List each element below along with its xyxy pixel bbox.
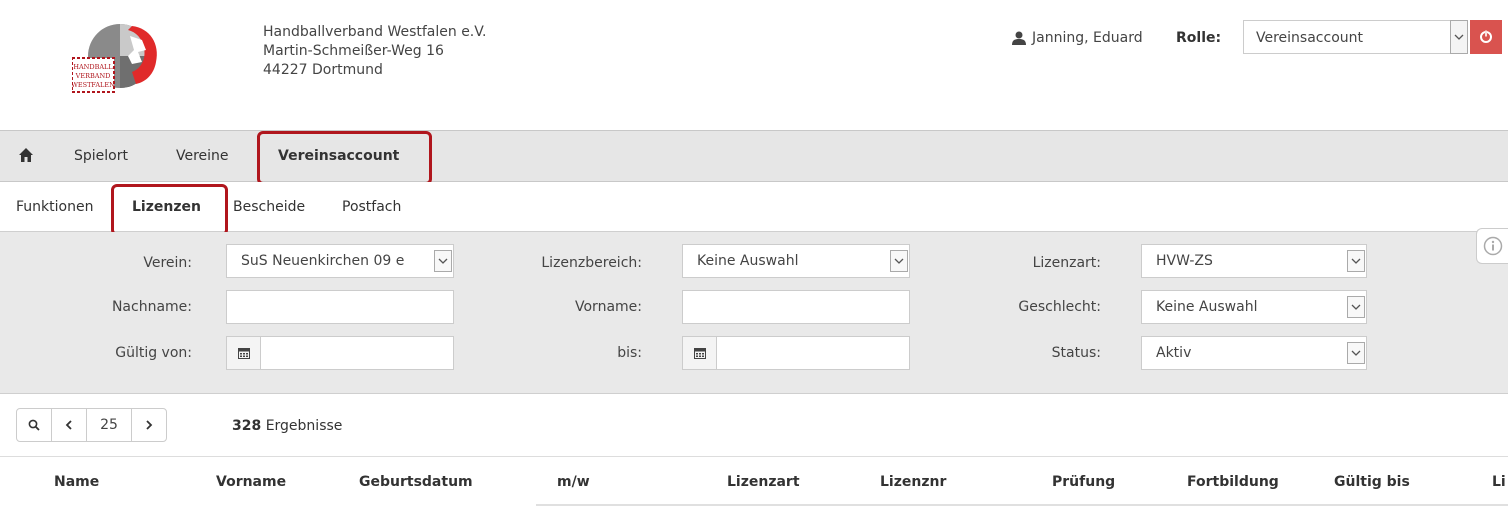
info-icon[interactable] bbox=[1476, 228, 1508, 264]
bis-field[interactable] bbox=[682, 336, 910, 370]
previous-page-button[interactable] bbox=[51, 408, 87, 442]
gueltig-von-label: Gültig von: bbox=[115, 345, 192, 361]
column-header-geburtsdatum[interactable]: Geburtsdatum bbox=[359, 474, 473, 490]
column-header-li[interactable]: Li bbox=[1492, 474, 1506, 490]
lizenzbereich-label: Lizenzbereich: bbox=[541, 255, 642, 271]
nav-item-spielort[interactable]: Spielort bbox=[74, 148, 128, 164]
geschlecht-label: Geschlecht: bbox=[1018, 299, 1101, 315]
tab-bescheide[interactable]: Bescheide bbox=[233, 199, 305, 215]
column-header-gueltig-bis[interactable]: Gültig bis bbox=[1334, 474, 1410, 490]
verein-label: Verein: bbox=[143, 255, 192, 271]
geschlecht-select[interactable]: Keine Auswahl bbox=[1141, 290, 1367, 324]
logo-text-3: WESTFALEN bbox=[72, 81, 115, 89]
lizenzbereich-value: Keine Auswahl bbox=[697, 253, 799, 269]
chevron-down-icon bbox=[1347, 296, 1365, 318]
chevron-down-icon bbox=[1347, 342, 1365, 364]
current-user[interactable]: Janning, Eduard bbox=[1012, 30, 1143, 46]
column-header-pruefung[interactable]: Prüfung bbox=[1052, 474, 1115, 490]
column-header-name[interactable]: Name bbox=[54, 474, 99, 490]
tab-postfach[interactable]: Postfach bbox=[342, 199, 401, 215]
column-header-mw[interactable]: m/w bbox=[557, 474, 590, 490]
chevron-down-icon bbox=[1347, 250, 1365, 272]
org-street: Martin-Schmeißer-Weg 16 bbox=[263, 43, 444, 59]
column-header-vorname[interactable]: Vorname bbox=[216, 474, 286, 490]
organization-address: Handballverband Westfalen e.V. Martin-Sc… bbox=[263, 23, 486, 80]
home-icon[interactable] bbox=[18, 147, 34, 163]
result-number: 328 bbox=[232, 418, 262, 434]
next-page-button[interactable] bbox=[131, 408, 167, 442]
table-header: Name Vorname Geburtsdatum m/w Lizenzart … bbox=[0, 456, 1508, 506]
status-value: Aktiv bbox=[1156, 345, 1192, 361]
lizenzart-select[interactable]: HVW-ZS bbox=[1141, 244, 1367, 278]
column-header-fortbildung[interactable]: Fortbildung bbox=[1187, 474, 1279, 490]
logout-button[interactable] bbox=[1470, 20, 1502, 54]
org-city: 44227 Dortmund bbox=[263, 62, 383, 78]
nachname-label: Nachname: bbox=[111, 299, 192, 315]
rolle-select[interactable]: Vereinsaccount bbox=[1243, 20, 1468, 54]
filter-panel: Verein: SuS Neuenkirchen 09 e Lizenzbere… bbox=[0, 232, 1508, 394]
rolle-label: Rolle: bbox=[1176, 30, 1222, 46]
result-label: Ergebnisse bbox=[265, 418, 343, 434]
vorname-label: Vorname: bbox=[575, 299, 642, 315]
user-name: Janning, Eduard bbox=[1032, 30, 1143, 46]
gueltig-von-field[interactable] bbox=[226, 336, 454, 370]
page-header: HANDBALL VERBAND WESTFALEN Handballverba… bbox=[0, 0, 1508, 130]
tab-funktionen[interactable]: Funktionen bbox=[16, 199, 93, 215]
status-select[interactable]: Aktiv bbox=[1141, 336, 1367, 370]
calendar-icon[interactable] bbox=[683, 337, 717, 369]
user-icon bbox=[1012, 31, 1026, 45]
bis-label: bis: bbox=[617, 345, 642, 361]
status-label: Status: bbox=[1051, 345, 1101, 361]
vorname-input[interactable] bbox=[682, 290, 910, 324]
lizenzart-label: Lizenzart: bbox=[1032, 255, 1101, 271]
calendar-icon[interactable] bbox=[227, 337, 261, 369]
logo-text-2: VERBAND bbox=[75, 72, 111, 80]
lizenzbereich-select[interactable]: Keine Auswahl bbox=[682, 244, 910, 278]
lizenzart-value: HVW-ZS bbox=[1156, 253, 1213, 269]
column-header-lizenzart[interactable]: Lizenzart bbox=[727, 474, 800, 490]
power-icon bbox=[1480, 30, 1492, 43]
pagination: 25 bbox=[16, 408, 167, 442]
search-icon bbox=[28, 419, 40, 431]
nachname-input[interactable] bbox=[226, 290, 454, 324]
highlight-vereinsaccount bbox=[257, 131, 432, 185]
search-button[interactable] bbox=[16, 408, 52, 442]
highlight-lizenzen bbox=[111, 184, 228, 236]
nav-item-vereine[interactable]: Vereine bbox=[176, 148, 229, 164]
result-count: 328 Ergebnisse bbox=[232, 418, 342, 434]
org-name: Handballverband Westfalen e.V. bbox=[263, 24, 487, 40]
logo-text-1: HANDBALL bbox=[73, 63, 113, 71]
chevron-down-icon bbox=[890, 250, 908, 272]
page-size-field[interactable]: 25 bbox=[86, 408, 132, 442]
main-navigation: Spielort Vereine Vereinsaccount bbox=[0, 130, 1508, 182]
chevron-right-icon bbox=[146, 420, 153, 430]
geschlecht-value: Keine Auswahl bbox=[1156, 299, 1258, 315]
column-header-lizenznr[interactable]: Lizenznr bbox=[880, 474, 946, 490]
verein-value: SuS Neuenkirchen 09 e bbox=[241, 253, 405, 269]
chevron-down-icon bbox=[1450, 20, 1468, 54]
rolle-value: Vereinsaccount bbox=[1256, 30, 1363, 46]
hvw-logo: HANDBALL VERBAND WESTFALEN bbox=[71, 22, 164, 96]
chevron-down-icon bbox=[434, 250, 452, 272]
chevron-left-icon bbox=[65, 420, 72, 430]
verein-select[interactable]: SuS Neuenkirchen 09 e bbox=[226, 244, 454, 278]
